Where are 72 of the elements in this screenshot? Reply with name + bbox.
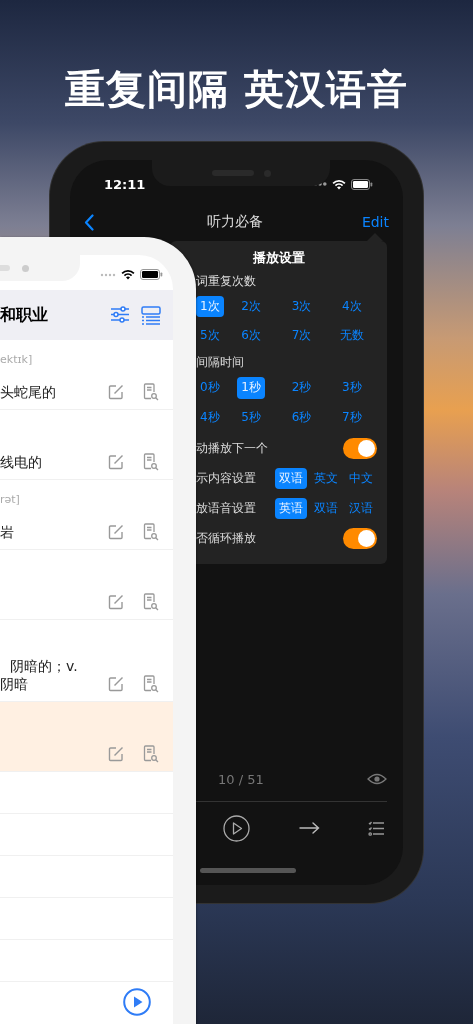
option-button[interactable]: 2次 xyxy=(237,296,265,318)
setting-label: 词重复次数 xyxy=(196,273,256,290)
edit-icon[interactable] xyxy=(108,524,124,540)
option-button[interactable]: 4秒 xyxy=(196,406,224,428)
phonetic-text: rət] xyxy=(0,492,20,506)
setting-label: 否循环播放 xyxy=(196,530,256,548)
meaning-text: 阴暗的；v. xyxy=(9,656,78,675)
option-button[interactable]: 6秒 xyxy=(287,406,316,428)
option-button[interactable]: 汉语 xyxy=(345,498,377,520)
list-icon[interactable] xyxy=(141,305,161,325)
option-button[interactable]: 1秒 xyxy=(237,377,265,399)
document-search-icon[interactable] xyxy=(143,383,159,401)
nav-title: 听力必备 xyxy=(205,213,264,231)
option-button[interactable]: 无数 xyxy=(335,325,368,347)
toggle-switch[interactable] xyxy=(343,438,377,460)
setting-label: 间隔时间 xyxy=(196,354,244,372)
eye-icon[interactable] xyxy=(367,773,387,785)
status-time: 12:11 xyxy=(104,176,146,192)
edit-icon[interactable] xyxy=(108,676,124,692)
option-button[interactable]: 5秒 xyxy=(237,406,265,428)
edit-icon[interactable] xyxy=(108,594,124,610)
wifi-icon xyxy=(332,178,346,190)
document-search-icon[interactable] xyxy=(143,745,159,763)
meaning-text: 岩 xyxy=(0,522,14,541)
option-button[interactable]: 3秒 xyxy=(338,377,366,399)
play-button-icon[interactable] xyxy=(123,988,151,1016)
document-search-icon[interactable] xyxy=(143,593,159,611)
option-button[interactable]: 英文 xyxy=(310,468,342,490)
play-icon[interactable] xyxy=(223,814,250,842)
document-search-icon[interactable] xyxy=(143,675,159,693)
phonetic-text: ektɪk] xyxy=(0,352,33,366)
option-button[interactable]: 英语 xyxy=(275,498,307,520)
meaning-text: 线电的 xyxy=(0,452,42,471)
progress-counter: 10 / 51 xyxy=(218,771,264,787)
battery-icon xyxy=(351,178,373,190)
option-button[interactable]: 7秒 xyxy=(338,406,366,428)
setting-label: 动播放下一个 xyxy=(196,440,268,458)
option-button[interactable]: 0秒 xyxy=(196,377,224,399)
option-button[interactable]: 1次 xyxy=(196,296,224,318)
document-search-icon[interactable] xyxy=(143,453,159,471)
popover-title: 播放设置 xyxy=(251,249,306,267)
back-chevron-icon xyxy=(84,213,94,231)
nav-title: 和职业 xyxy=(0,304,48,326)
setting-label: 示内容设置 xyxy=(196,470,256,488)
document-search-icon[interactable] xyxy=(143,523,159,541)
toggle-switch[interactable] xyxy=(343,528,377,550)
word-row[interactable]: 线电的 xyxy=(0,410,173,480)
option-button[interactable]: 双语 xyxy=(310,498,342,520)
signal-icon xyxy=(100,272,116,277)
option-button[interactable]: 7次 xyxy=(287,325,316,347)
option-button[interactable]: 3次 xyxy=(287,296,316,318)
option-button[interactable]: 2秒 xyxy=(287,377,316,399)
edit-icon[interactable] xyxy=(108,384,124,400)
edit-icon[interactable] xyxy=(108,746,124,762)
meaning-text: 阴暗 xyxy=(0,674,28,693)
option-button[interactable]: 4次 xyxy=(338,296,366,318)
sliders-icon[interactable] xyxy=(110,305,130,323)
word-row[interactable]: rət] 岩 xyxy=(0,480,173,550)
checklist-icon[interactable] xyxy=(368,820,385,836)
edit-button[interactable]: Edit xyxy=(361,214,389,230)
setting-label: 放语音设置 xyxy=(196,500,256,518)
option-button[interactable]: 双语 xyxy=(275,468,307,490)
battery-icon xyxy=(140,269,163,280)
option-button[interactable]: 5次 xyxy=(196,325,224,347)
headline: 重复间隔 英汉语音 xyxy=(64,65,409,114)
wifi-icon xyxy=(121,269,135,280)
next-arrow-icon[interactable] xyxy=(298,822,320,834)
meaning-text: 头蛇尾的 xyxy=(0,382,56,401)
option-button[interactable]: 中文 xyxy=(345,468,377,490)
option-button[interactable]: 6次 xyxy=(237,325,265,347)
edit-icon[interactable] xyxy=(108,454,124,470)
word-row[interactable]: ektɪk] 头蛇尾的 xyxy=(0,340,173,410)
